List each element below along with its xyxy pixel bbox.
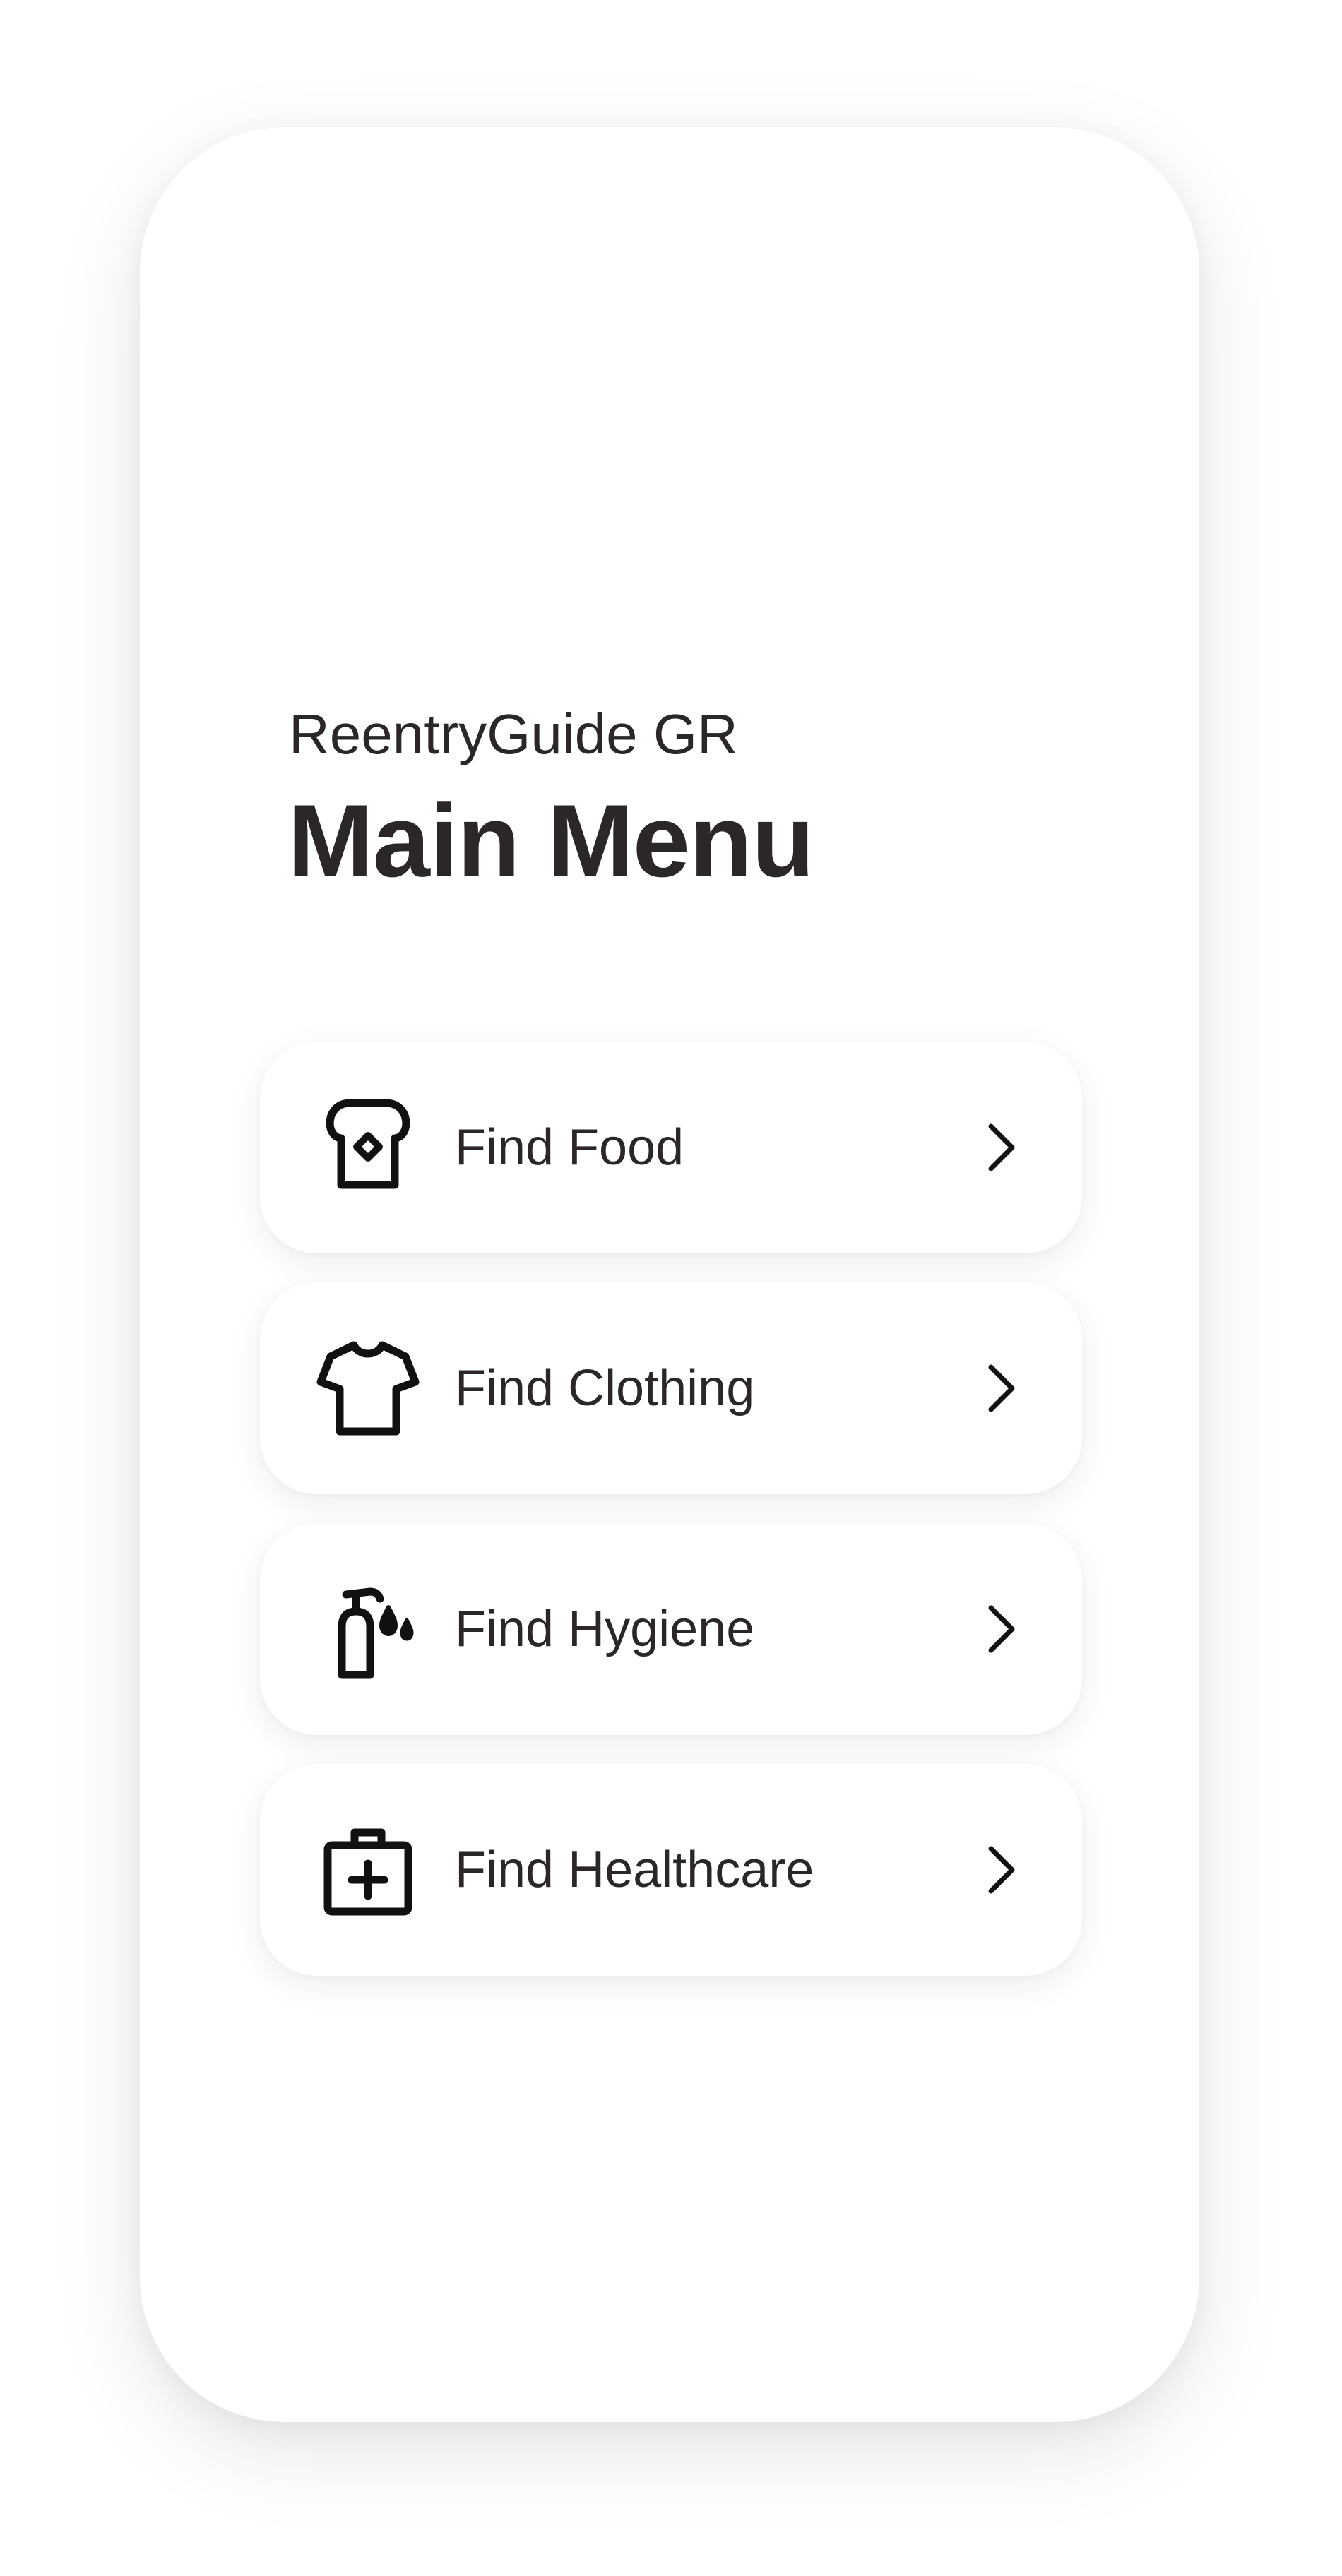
chevron-right-icon (973, 1843, 1027, 1897)
first-aid-kit-icon (315, 1817, 421, 1923)
menu-item-find-healthcare[interactable]: Find Healthcare (260, 1764, 1082, 1976)
menu-item-label: Find Healthcare (455, 1842, 814, 1898)
app-name: ReentryGuide GR (289, 703, 738, 765)
menu-item-label: Find Hygiene (455, 1601, 755, 1657)
page-title: Main Menu (287, 783, 814, 898)
chevron-right-icon (973, 1121, 1027, 1174)
menu-item-find-clothing[interactable]: Find Clothing (260, 1282, 1082, 1494)
shirt-icon (315, 1335, 421, 1441)
bread-icon (315, 1095, 421, 1200)
soap-dispenser-icon (315, 1576, 421, 1682)
chevron-right-icon (973, 1361, 1027, 1415)
menu-item-find-hygiene[interactable]: Find Hygiene (260, 1523, 1082, 1735)
chevron-right-icon (973, 1602, 1027, 1656)
main-menu: Find Food Find Clothing Find Hygiene Fin… (260, 1042, 1082, 2005)
menu-item-find-food[interactable]: Find Food (260, 1042, 1082, 1253)
menu-item-label: Find Clothing (455, 1360, 755, 1417)
menu-item-label: Find Food (455, 1119, 684, 1176)
